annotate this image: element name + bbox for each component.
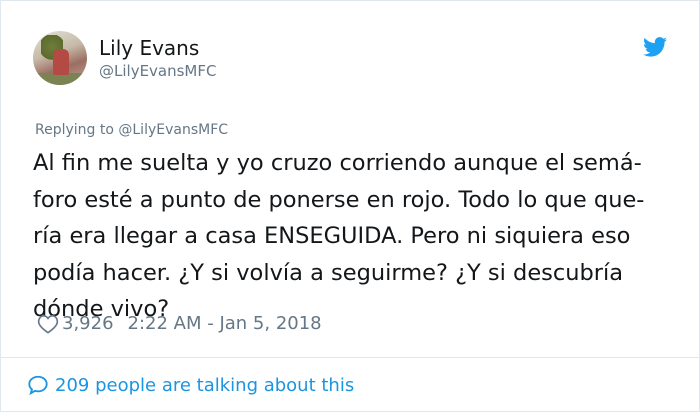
speech-bubble-icon: [28, 375, 48, 396]
tweet-line: Al fin me suelta y yo cruzo corriendo au…: [33, 150, 642, 176]
heart-icon[interactable]: [37, 314, 59, 334]
tweet-meta: 3,926 2:22 AM - Jan 5, 2018: [37, 313, 322, 334]
tweet-line: ría era llegar a casa ENSEGUIDA. Pero ni…: [33, 223, 631, 249]
user-handle[interactable]: @LilyEvansMFC: [99, 61, 216, 81]
avatar-person: [53, 49, 69, 75]
timestamp[interactable]: 2:22 AM - Jan 5, 2018: [128, 313, 322, 334]
talking-label: 209 people are talking about this: [55, 374, 355, 396]
replying-to[interactable]: Replying to @LilyEvansMFC: [35, 122, 228, 138]
like-count[interactable]: 3,926: [62, 313, 114, 334]
tweet-text: Al fin me suelta y yo cruzo corriendo au…: [33, 145, 673, 328]
tweet-card: Lily Evans @LilyEvansMFC Replying to @Li…: [0, 0, 700, 412]
tweet-line: foro esté a punto de ponerse en rojo. To…: [33, 186, 645, 213]
tweet-line: podía hacer. ¿Y si volvía a seguirme? ¿Y…: [33, 259, 624, 286]
user-names: Lily Evans @LilyEvansMFC: [99, 36, 216, 81]
display-name[interactable]: Lily Evans: [99, 36, 216, 60]
avatar[interactable]: [33, 31, 87, 85]
twitter-bird-icon[interactable]: [643, 37, 667, 57]
divider: [1, 357, 699, 358]
tweet-header: Lily Evans @LilyEvansMFC: [33, 31, 216, 85]
conversation-link[interactable]: 209 people are talking about this: [27, 374, 354, 396]
